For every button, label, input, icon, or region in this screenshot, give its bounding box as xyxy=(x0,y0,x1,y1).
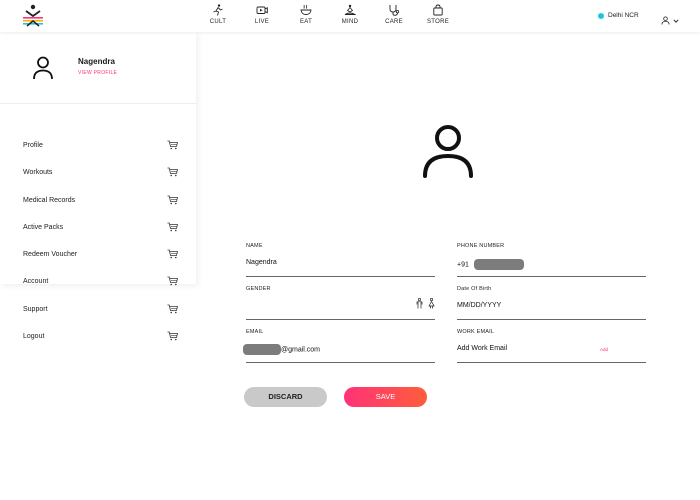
work-email-placeholder: Add Work Email xyxy=(457,345,508,352)
eat-bowl-icon xyxy=(300,4,312,15)
sidebar-item-account[interactable]: Account xyxy=(0,268,196,295)
gender-label: GENDER xyxy=(246,286,271,292)
work-email-label: WORK EMAIL xyxy=(457,329,495,335)
discard-button[interactable]: DISCARD xyxy=(244,387,327,407)
location-label: Delhi NCR xyxy=(608,12,639,19)
cart-icon xyxy=(167,277,178,286)
redacted-phone xyxy=(473,259,524,270)
location-selector[interactable]: Delhi NCR xyxy=(598,12,639,19)
sidebar-item-label: Profile xyxy=(23,142,43,149)
redacted-email xyxy=(243,344,281,355)
nav-cult-label: CULT xyxy=(209,19,227,25)
name-field[interactable]: NAME Nagendra xyxy=(246,243,435,277)
nav-mind[interactable]: MIND xyxy=(328,4,372,25)
sidebar-item-label: Support xyxy=(23,305,48,313)
cart-icon xyxy=(167,222,178,232)
phone-value: +91 xyxy=(457,259,524,270)
phone-label: PHONE NUMBER xyxy=(457,243,505,249)
sidebar-item-workouts[interactable]: Workouts xyxy=(0,159,196,186)
dob-field[interactable]: Date Of Birth MM/DD/YYYY xyxy=(457,286,646,320)
profile-photo-icon[interactable] xyxy=(422,124,474,178)
nav-eat[interactable]: EAT xyxy=(284,4,328,25)
dob-value: MM/DD/YYYY xyxy=(457,302,502,309)
sidebar: Nagendra VIEW PROFILE Profile Workouts M… xyxy=(0,32,196,341)
email-label: EMAIL xyxy=(246,329,264,335)
sidebar-item-label: Workouts xyxy=(23,169,53,177)
sidebar-item-support[interactable]: Support xyxy=(0,296,196,323)
sidebar-item-profile[interactable]: Profile xyxy=(0,132,196,159)
dob-label: Date Of Birth xyxy=(457,286,492,292)
cart-icon xyxy=(167,167,178,177)
nav-care[interactable]: CARE xyxy=(372,4,416,25)
name-label: NAME xyxy=(246,243,263,249)
location-dot xyxy=(598,12,604,19)
nav-live[interactable]: LIVE xyxy=(240,4,284,25)
name-value: Nagendra xyxy=(246,259,277,266)
cart-icon xyxy=(167,304,178,314)
phone-field[interactable]: PHONE NUMBER +91 xyxy=(457,243,646,277)
save-button[interactable]: SAVE xyxy=(344,387,427,407)
user-menu[interactable] xyxy=(661,11,679,29)
sidebar-item-logout[interactable]: Logout xyxy=(0,323,196,350)
sidebar-menu: Profile Workouts Medical Records Active … xyxy=(0,132,196,350)
nav-store-label: STORE xyxy=(426,19,450,25)
sidebar-item-label: Active Packs xyxy=(23,223,64,231)
sidebar-item-label: Medical Records xyxy=(23,196,76,204)
email-field[interactable]: EMAIL @gmail.com xyxy=(243,329,435,363)
profile-page: CULT LIVE EAT MIND CARE STORE Delhi NCR … xyxy=(0,0,700,500)
nav-live-label: LIVE xyxy=(254,19,270,25)
sidebar-item-label: Redeem Voucher xyxy=(23,251,78,259)
live-video-icon xyxy=(256,6,268,14)
curefit-logo[interactable] xyxy=(22,4,44,28)
sidebar-item-medical-records[interactable]: Medical Records xyxy=(0,187,196,214)
user-icon xyxy=(661,15,670,25)
sidebar-item-redeem-voucher[interactable]: Redeem Voucher xyxy=(0,241,196,268)
nav-care-label: CARE xyxy=(385,19,403,25)
cart-icon xyxy=(167,140,178,150)
gender-selector[interactable] xyxy=(416,298,435,309)
email-suffix: @gmail.com xyxy=(281,346,321,354)
profile-card: Nagendra VIEW PROFILE xyxy=(0,32,196,104)
sidebar-item-active-packs[interactable]: Active Packs xyxy=(0,214,196,241)
view-profile-link[interactable]: VIEW PROFILE xyxy=(78,70,117,76)
chevron-down-icon xyxy=(673,11,679,29)
nav-mind-label: MIND xyxy=(341,19,359,25)
care-stethoscope-icon xyxy=(389,5,400,16)
gender-field: GENDER xyxy=(246,286,435,320)
work-email-field[interactable]: WORK EMAIL Add Work Email Add xyxy=(457,329,646,363)
profile-name: Nagendra xyxy=(78,57,115,66)
female-icon[interactable] xyxy=(428,298,435,309)
top-nav: CULT LIVE EAT MIND CARE STORE Delhi NCR xyxy=(0,0,700,32)
sidebar-item-label: Account xyxy=(23,278,49,286)
nav-store[interactable]: STORE xyxy=(416,4,460,25)
avatar-icon xyxy=(33,56,53,80)
cult-runner-icon xyxy=(213,4,223,16)
cart-icon xyxy=(167,331,178,341)
email-value: @gmail.com xyxy=(243,344,320,355)
nav-cult[interactable]: CULT xyxy=(196,4,240,25)
male-icon[interactable] xyxy=(416,298,423,309)
store-bag-icon xyxy=(433,4,443,16)
add-work-email-link[interactable]: Add xyxy=(600,347,608,352)
mind-meditation-icon xyxy=(344,4,356,15)
cart-icon xyxy=(167,195,178,204)
main-nav: CULT LIVE EAT MIND CARE STORE xyxy=(196,4,460,25)
sidebar-item-label: Logout xyxy=(23,333,45,341)
cart-icon xyxy=(167,249,178,259)
nav-eat-label: EAT xyxy=(299,19,313,25)
phone-prefix: +91 xyxy=(457,261,469,269)
